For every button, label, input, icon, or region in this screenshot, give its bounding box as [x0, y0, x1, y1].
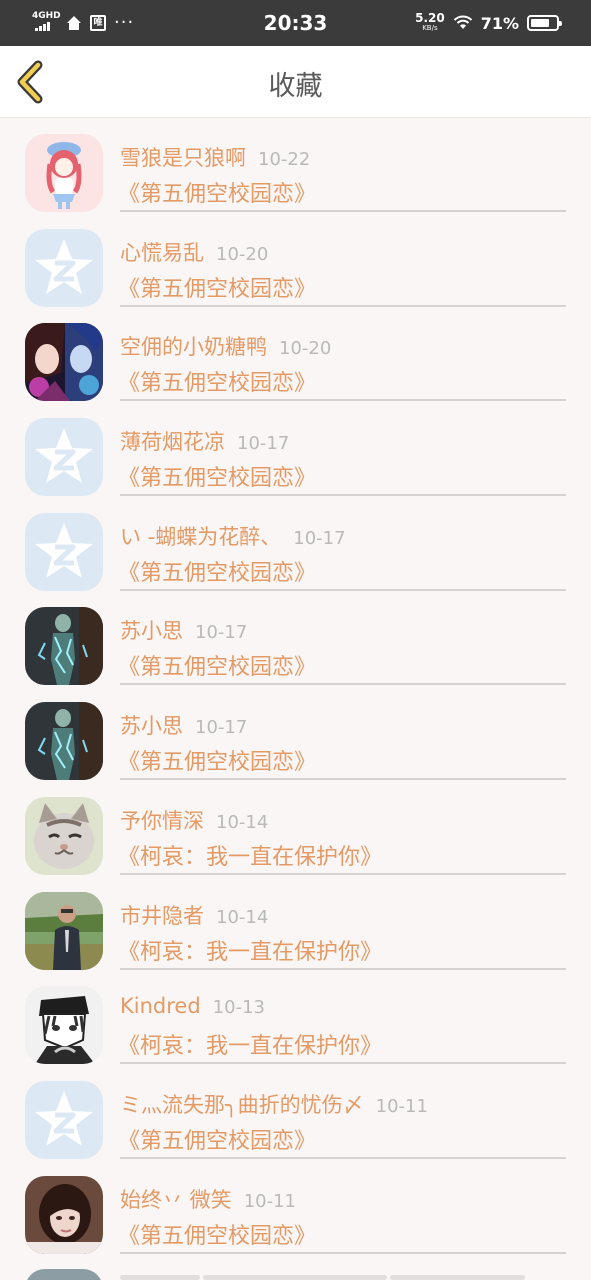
divider [120, 494, 566, 497]
story-title[interactable]: 《柯哀：我一直在保护你》 [118, 1028, 382, 1060]
avatar[interactable] [25, 607, 103, 686]
avatar[interactable] [25, 796, 103, 875]
divider [120, 399, 566, 402]
list-item[interactable]: 雪狼是只狼啊 10-22 《第五佣空校园恋》 [0, 118, 591, 213]
divider [120, 210, 566, 212]
avatar[interactable] [25, 323, 103, 402]
story-title[interactable]: 《第五佣空校园恋》 [118, 555, 316, 587]
list-item[interactable]: 市井隐者 10-14 《柯哀：我一直在保护你》 [0, 876, 591, 971]
list-item[interactable]: ミ灬流失那╮曲折的忧伤〆 10-11 《第五佣空校园恋》 [0, 1065, 591, 1160]
list-item[interactable]: 心慌易乱 10-20 《第五佣空校园恋》 [0, 213, 591, 308]
user-name: 始终丷 微笑 [120, 1187, 232, 1212]
battery-percent: 71% [480, 13, 519, 33]
list-item[interactable]: 空佣的小奶糖鸭 10-20 《第五佣空校园恋》 [0, 307, 591, 402]
page-title: 收藏 [268, 71, 323, 102]
list-item[interactable]: 苏小思 10-17 《第五佣空校园恋》 [0, 686, 591, 781]
story-title[interactable]: 《第五佣空校园恋》 [118, 649, 316, 681]
story-title[interactable]: 《第五佣空校园恋》 [118, 365, 316, 397]
avatar[interactable] [25, 1175, 103, 1254]
story-title[interactable]: 《第五佣空校园恋》 [118, 744, 316, 776]
date: 10-17 [237, 433, 290, 455]
divider [120, 1062, 566, 1065]
divider [120, 588, 566, 591]
date: 10-22 [258, 149, 311, 170]
date: 10-20 [279, 338, 332, 360]
story-title[interactable]: 《柯哀：我一直在保护你》 [118, 934, 382, 966]
list-item[interactable]: 始终丷 微笑 10-11 《第五佣空校园恋》 [0, 1160, 591, 1255]
story-title[interactable]: 《第五佣空校园恋》 [118, 460, 316, 492]
date: 10-11 [375, 1095, 428, 1117]
story-title[interactable]: 《第五佣空校园恋》 [118, 176, 316, 208]
user-name: 苏小思 [120, 619, 183, 644]
wifi-icon [453, 15, 472, 29]
default-avatar-icon[interactable] [25, 512, 103, 591]
date: 10-17 [293, 527, 346, 549]
divider [120, 778, 566, 781]
date: 10-17 [195, 717, 248, 739]
user-name: 苏小思 [120, 714, 183, 739]
next-list-item-partial [0, 1255, 591, 1280]
story-title[interactable]: 《第五佣空校园恋》 [118, 271, 316, 303]
divider [120, 1251, 566, 1254]
date: 10-13 [212, 997, 265, 1019]
avatar[interactable] [25, 986, 103, 1065]
divider [120, 304, 566, 307]
network-speed: 5.20 KB/s [415, 11, 445, 32]
date: 10-17 [195, 622, 248, 644]
user-name: ミ灬流失那╮曲折的忧伤〆 [120, 1092, 364, 1117]
battery-icon [527, 15, 562, 31]
avatar[interactable] [25, 891, 103, 970]
avatar[interactable] [25, 134, 103, 212]
divider [120, 683, 566, 686]
divider [120, 967, 566, 970]
list-item[interactable]: 苏小思 10-17 《第五佣空校园恋》 [0, 591, 591, 686]
user-name: Kindred [120, 994, 201, 1019]
user-name: い -蝴蝶为花醉、 [120, 524, 282, 549]
default-avatar-icon[interactable] [25, 418, 103, 497]
avatar[interactable] [25, 702, 103, 781]
user-name: 心慌易乱 [120, 240, 204, 265]
divider [120, 872, 566, 875]
app-header: 收藏 [0, 46, 591, 118]
user-name: 予你情深 [120, 808, 204, 833]
date: 10-11 [243, 1190, 296, 1212]
date: 10-14 [216, 811, 269, 833]
story-title[interactable]: 《柯哀：我一直在保护你》 [118, 839, 382, 871]
list-item[interactable]: 予你情深 10-14 《柯哀：我一直在保护你》 [0, 781, 591, 876]
default-avatar-icon[interactable] [25, 228, 103, 307]
list-item[interactable]: Kindred 10-13 《柯哀：我一直在保护你》 [0, 970, 591, 1065]
divider [120, 1156, 566, 1159]
user-name: 空佣的小奶糖鸭 [120, 335, 267, 360]
favorites-list: 雪狼是只狼啊 10-22 《第五佣空校园恋》 心慌易乱 10-20 《第五佣空校园恋… [0, 118, 591, 1254]
list-item[interactable]: 薄荷烟花凉 10-17 《第五佣空校园恋》 [0, 402, 591, 497]
date: 10-20 [216, 243, 269, 265]
list-item[interactable]: い -蝴蝶为花醉、 10-17 《第五佣空校园恋》 [0, 497, 591, 592]
story-title[interactable]: 《第五佣空校园恋》 [118, 1218, 316, 1250]
default-avatar-icon[interactable] [25, 1080, 103, 1159]
story-title[interactable]: 《第五佣空校园恋》 [118, 1123, 316, 1155]
date: 10-14 [216, 906, 269, 928]
user-name: 雪狼是只狼啊 [120, 146, 246, 170]
status-bar: 4GHD 唯 ··· 20:33 5.20 KB/s 71% [0, 0, 591, 46]
user-name: 薄荷烟花凉 [120, 430, 225, 455]
user-name: 市井隐者 [120, 903, 204, 928]
